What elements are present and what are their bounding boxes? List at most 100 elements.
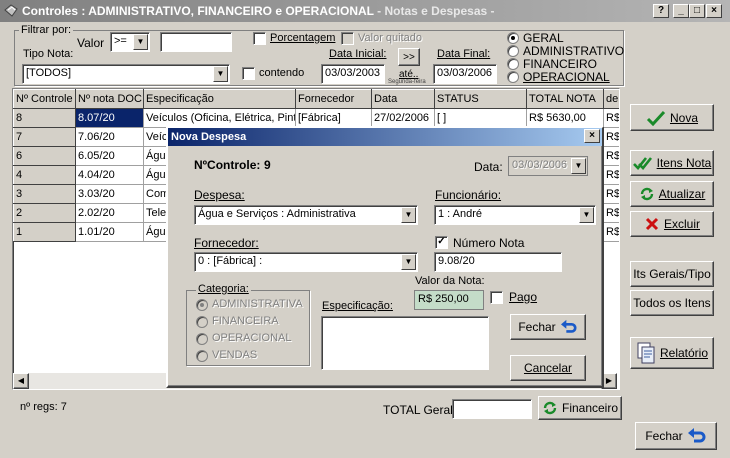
main-fechar-button[interactable]: Fechar: [635, 422, 717, 450]
tipo-nota-value: [TODOS]: [26, 67, 72, 79]
categoria-radio-financeira[interactable]: [196, 316, 208, 328]
contendo-checkbox[interactable]: [242, 67, 255, 80]
nova-button[interactable]: Nova: [630, 104, 714, 131]
financeiro-label: Financeiro: [561, 401, 619, 415]
categoria-radio-vendas[interactable]: [196, 350, 208, 362]
table-row[interactable]: 8 8.07/20 Veículos (Oficina, Elétrica, P…: [13, 108, 619, 128]
table-cell: 3: [13, 184, 76, 204]
radio-financeiro-label: FINANCEIRO: [523, 57, 598, 71]
data-final-label: Data Final:: [437, 48, 491, 60]
radio-geral[interactable]: [507, 32, 519, 44]
table-cell: [Fábrica]: [295, 108, 372, 128]
its-gerais-button[interactable]: Its Gerais/Tipo: [630, 261, 714, 287]
nova-despesa-dialog: Nova Despesa × NºControle: 9 Data: 03/03…: [166, 126, 604, 388]
table-cell: 4: [13, 165, 76, 185]
especificacao-label: Especificação:: [322, 300, 393, 312]
funcionario-label: Funcionário:: [435, 188, 502, 202]
relatorio-button[interactable]: Relatório: [630, 337, 714, 369]
col-header-nota-doc[interactable]: Nº nota DOC: [75, 89, 144, 109]
funcionario-select[interactable]: 1 : André ▼: [434, 205, 596, 225]
categoria-label: Categoria:: [196, 283, 251, 295]
table-cell: 6.05/20: [75, 146, 144, 166]
dialog-data-input[interactable]: 03/03/2006 ▼: [508, 156, 588, 176]
excluir-label: Excluir: [663, 217, 700, 231]
total-geral-input[interactable]: [452, 399, 532, 419]
date-range-button[interactable]: >>: [398, 48, 420, 66]
table-cell: R$: [603, 184, 619, 204]
despesa-select[interactable]: Água e Serviços : Administrativa ▼: [194, 205, 418, 225]
scroll-left-icon[interactable]: ◀: [13, 373, 29, 389]
itens-nota-button[interactable]: Itens Nota: [630, 150, 714, 176]
col-header-status[interactable]: STATUS: [434, 89, 527, 109]
tipo-nota-select[interactable]: [TODOS] ▼: [22, 64, 230, 84]
fornecedor-select[interactable]: 0 : [Fábrica] : ▼: [194, 252, 418, 272]
maximize-button[interactable]: □: [689, 4, 705, 18]
dialog-cancelar-button[interactable]: Cancelar: [510, 355, 586, 381]
refresh-icon: [543, 401, 557, 415]
categoria-radio-operacional[interactable]: [196, 333, 208, 345]
its-gerais-label: Its Gerais/Tipo: [633, 267, 711, 281]
numero-nota-label: Número Nota: [453, 236, 525, 250]
close-button[interactable]: ×: [706, 4, 722, 18]
data-final-input[interactable]: 03/03/2006: [433, 64, 497, 84]
funcionario-value: 1 : André: [438, 208, 483, 220]
categoria-operacional-label: OPERACIONAL: [212, 332, 292, 344]
numero-nota-checkbox[interactable]: ✓: [435, 236, 448, 249]
chevron-down-icon[interactable]: ▼: [571, 158, 586, 174]
table-cell: R$: [603, 146, 619, 166]
radio-financeiro[interactable]: [507, 58, 519, 70]
refresh-icon: [640, 187, 653, 201]
total-geral-label: TOTAL Geral:: [383, 403, 457, 417]
dialog-fechar-button[interactable]: Fechar: [510, 314, 586, 340]
col-header-especificacao[interactable]: Especificação: [143, 89, 296, 109]
col-header-data[interactable]: Data: [371, 89, 435, 109]
todos-itens-button[interactable]: Todos os Itens: [630, 290, 714, 316]
segunda-label: Segunda-feira: [388, 79, 426, 85]
window-title-text: Controles : ADMINISTRATIVO, FINANCEIRO e…: [22, 4, 374, 18]
table-cell: Veículos (Oficina, Elétrica, Pintura): [143, 108, 296, 128]
col-header-fornecedor[interactable]: Fornecedor: [295, 89, 372, 109]
valor-nota-input[interactable]: R$ 250,00: [414, 290, 484, 310]
chevron-down-icon[interactable]: ▼: [401, 207, 416, 223]
data-inicial-input[interactable]: 03/03/2003: [321, 64, 385, 84]
financeiro-button[interactable]: Financeiro: [538, 396, 622, 420]
porcentagem-checkbox[interactable]: [253, 32, 266, 45]
excluir-button[interactable]: Excluir: [630, 211, 714, 237]
col-header-extra[interactable]: de: [603, 89, 619, 109]
pago-checkbox[interactable]: [490, 291, 503, 304]
filter-group-label: Filtrar por:: [19, 24, 74, 36]
double-check-icon: [632, 157, 652, 170]
radio-operacional[interactable]: [507, 71, 519, 83]
data-inicial-label: Data Inicial:: [329, 48, 387, 60]
controle-value: 9: [264, 158, 271, 172]
chevron-down-icon[interactable]: ▼: [401, 254, 416, 270]
valor-quitado-checkbox[interactable]: [341, 32, 354, 45]
categoria-financeira-label: FINANCEIRA: [212, 315, 279, 327]
checkmark-icon: [646, 110, 666, 126]
categoria-radio-administrativa[interactable]: [196, 299, 208, 311]
atualizar-button[interactable]: Atualizar: [630, 181, 714, 207]
radio-administrativo[interactable]: [507, 45, 519, 57]
numero-nota-input[interactable]: 9.08/20: [434, 252, 562, 272]
col-header-total-nota[interactable]: TOTAL NOTA: [526, 89, 604, 109]
chevron-down-icon[interactable]: ▼: [213, 66, 228, 82]
minimize-button[interactable]: _: [673, 4, 689, 18]
itens-nota-label: Itens Nota: [656, 156, 712, 170]
data-label: Data:: [474, 160, 503, 174]
dialog-close-button[interactable]: ×: [584, 129, 600, 143]
table-cell: R$: [603, 108, 619, 128]
radio-geral-label: GERAL: [523, 31, 564, 45]
nova-label: Nova: [669, 110, 698, 125]
fornecedor-label: Fornecedor:: [194, 236, 259, 250]
valor-input[interactable]: [160, 32, 232, 52]
help-button[interactable]: ?: [653, 4, 669, 18]
valor-quitado-label: Valor quitado: [358, 32, 423, 44]
col-header-controle[interactable]: Nº Controle: [13, 89, 76, 109]
operator-select[interactable]: >= ▼: [110, 32, 150, 52]
chevron-down-icon[interactable]: ▼: [579, 207, 594, 223]
todos-itens-label: Todos os Itens: [633, 296, 711, 310]
especificacao-textarea[interactable]: [321, 316, 489, 370]
table-cell: R$ 5630,00: [526, 108, 604, 128]
report-document-icon: [637, 342, 655, 364]
chevron-down-icon[interactable]: ▼: [133, 34, 148, 50]
